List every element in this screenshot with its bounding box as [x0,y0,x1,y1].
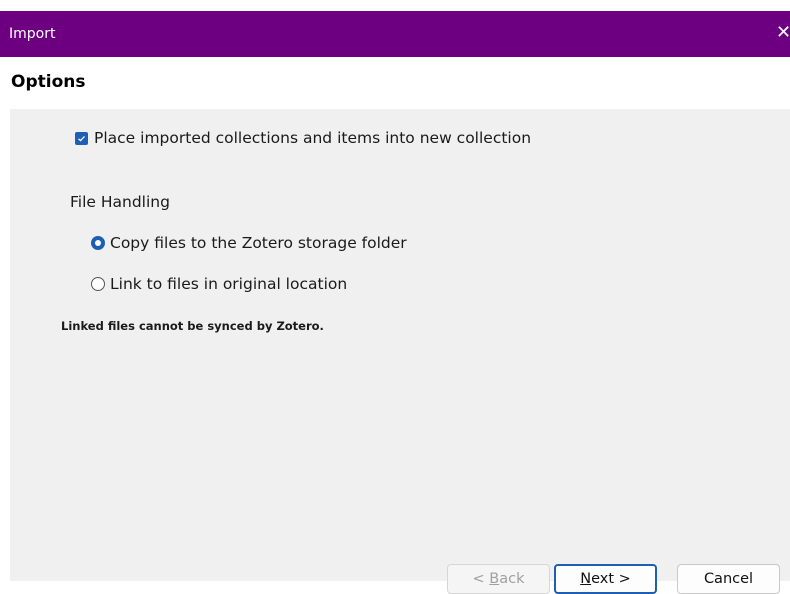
link-files-label: Link to files in original location [110,275,348,293]
new-collection-label: Place imported collections and items int… [94,129,532,147]
new-collection-option[interactable]: Place imported collections and items int… [75,129,531,147]
back-rest: ack [499,571,525,587]
back-prefix: < [472,571,490,587]
close-icon[interactable]: ✕ [776,23,790,43]
new-collection-checkbox[interactable] [75,131,88,145]
options-panel: Place imported collections and items int… [10,109,790,594]
page-title: Options [11,72,86,92]
cancel-button[interactable]: Cancel [677,564,780,594]
heading-area: Options [0,57,790,109]
copy-files-radio[interactable] [91,236,105,250]
link-files-option[interactable]: Link to files in original location [91,275,347,293]
window-title: Import [9,26,56,42]
back-mnemonic: B [489,571,500,587]
back-button[interactable]: < Back [447,564,550,594]
import-dialog: Import ✕ Options Place imported collecti… [0,0,790,594]
next-rest: ext > [591,571,631,587]
next-mnemonic: N [580,571,592,587]
checkmark-icon [78,135,85,142]
link-files-radio[interactable] [91,277,105,291]
sync-note: Linked files cannot be synced by Zotero. [61,319,324,333]
copy-files-option[interactable]: Copy files to the Zotero storage folder [91,234,407,252]
next-button[interactable]: Next > [554,564,657,594]
copy-files-label: Copy files to the Zotero storage folder [110,234,407,252]
file-handling-label: File Handling [70,193,170,211]
title-bar: Import ✕ [0,11,790,57]
top-gap [0,0,790,11]
